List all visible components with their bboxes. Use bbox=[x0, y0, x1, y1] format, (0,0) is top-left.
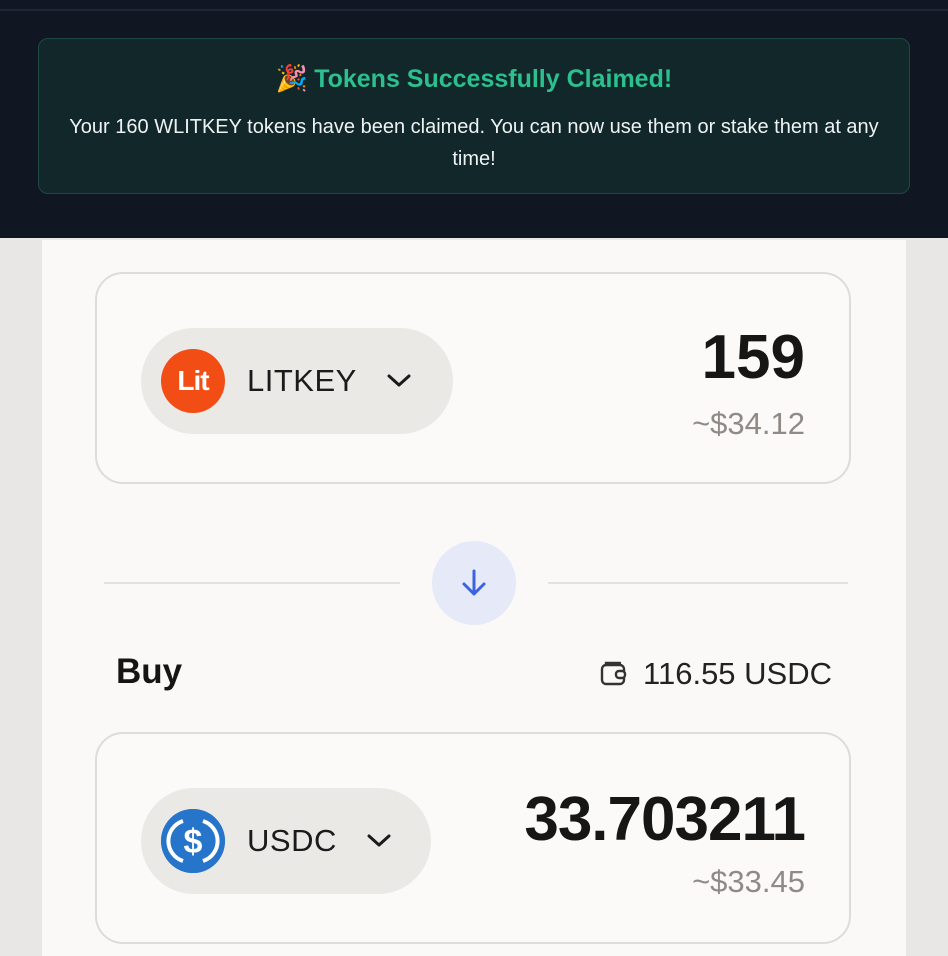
buy-balance: 116.55 USDC bbox=[599, 656, 832, 692]
buy-fiat-value: ~$33.45 bbox=[692, 864, 805, 899]
divider-left bbox=[104, 582, 400, 584]
litkey-logo-text: Lit bbox=[177, 365, 209, 396]
sell-token-symbol: LITKEY bbox=[247, 363, 357, 398]
banner-message: Your 160 WLITKEY tokens have been claime… bbox=[69, 116, 879, 170]
buy-label: Buy bbox=[116, 652, 183, 691]
sell-amount-input[interactable]: 159 bbox=[702, 322, 805, 393]
claim-success-banner: 🎉 Tokens Successfully Claimed! Your 160 W… bbox=[38, 38, 910, 194]
arrow-down-icon bbox=[457, 566, 491, 600]
litkey-logo-icon: Lit bbox=[161, 349, 225, 413]
buy-token-selector[interactable]: $ USDC bbox=[141, 788, 431, 894]
buy-token-box: $ USDC 33.703211 ~$33.45 bbox=[95, 732, 851, 944]
chevron-down-icon bbox=[365, 832, 393, 850]
swap-card: Lit LITKEY 159 ~$34.12 Buy 116.55 USDC $… bbox=[42, 240, 906, 956]
party-popper-icon: 🎉 bbox=[275, 63, 309, 93]
banner-title: Tokens Successfully Claimed! bbox=[314, 65, 673, 93]
usdc-logo-icon: $ bbox=[161, 809, 225, 873]
swap-direction-button[interactable] bbox=[432, 541, 516, 625]
wallet-icon bbox=[599, 659, 629, 689]
buy-amount-input[interactable]: 33.703211 bbox=[524, 784, 806, 855]
svg-text:$: $ bbox=[184, 823, 203, 861]
top-edge-divider bbox=[0, 9, 948, 11]
buy-balance-value: 116.55 USDC bbox=[643, 656, 832, 691]
banner-title-row: 🎉 Tokens Successfully Claimed! bbox=[39, 63, 909, 94]
sell-token-selector[interactable]: Lit LITKEY bbox=[141, 328, 453, 434]
buy-token-symbol: USDC bbox=[247, 823, 337, 858]
chevron-down-icon bbox=[385, 372, 413, 390]
sell-fiat-value: ~$34.12 bbox=[692, 406, 805, 441]
sell-token-box: Lit LITKEY 159 ~$34.12 bbox=[95, 272, 851, 484]
divider-right bbox=[548, 582, 848, 584]
notification-panel: 🎉 Tokens Successfully Claimed! Your 160 W… bbox=[0, 0, 948, 238]
